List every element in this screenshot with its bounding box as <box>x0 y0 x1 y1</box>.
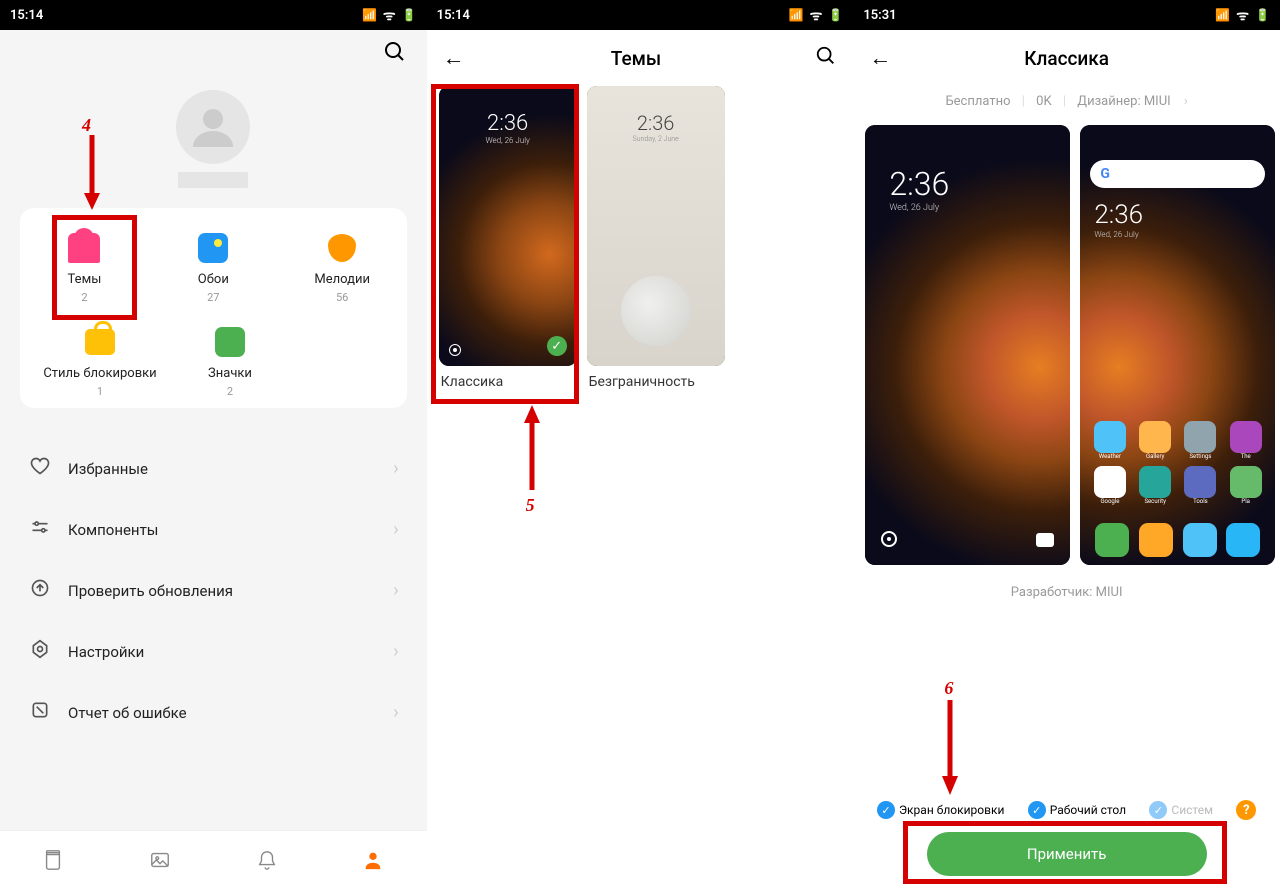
battery-icon <box>402 8 417 23</box>
nav-profile-icon[interactable] <box>360 847 386 873</box>
nav-ringtone-icon[interactable] <box>254 847 280 873</box>
update-icon <box>28 578 52 603</box>
lock-indicator-icon <box>881 531 897 547</box>
icons-icon <box>215 327 245 357</box>
category-ringtone[interactable]: Мелодии 56 <box>282 228 402 304</box>
chevron-right-icon: › <box>1184 94 1188 109</box>
wifi-icon <box>810 6 823 25</box>
nav-wallpaper-icon[interactable] <box>147 847 173 873</box>
category-lockstyle[interactable]: Стиль блокировки 1 <box>30 322 170 398</box>
wifi-icon <box>383 6 396 25</box>
header: ← Классика <box>853 30 1280 86</box>
back-button[interactable]: ← <box>869 45 891 71</box>
chevron-right-icon: › <box>393 580 398 601</box>
avatar-icon <box>176 90 250 164</box>
ringtone-icon <box>328 234 356 262</box>
signal-icon <box>362 8 377 23</box>
status-time: 15:14 <box>10 8 43 23</box>
chevron-right-icon: › <box>393 458 398 479</box>
category-themes[interactable]: Темы 2 <box>24 228 144 304</box>
report-icon <box>28 700 52 725</box>
annotation-number-6: 6 <box>944 678 953 699</box>
menu-report[interactable]: Отчет об ошибке › <box>20 682 407 743</box>
wifi-icon <box>1236 6 1249 25</box>
categories-card: Темы 2 Обои 27 Мелодии 56 Стиль блокиро <box>20 208 407 408</box>
screen-themes-list: 15:14 ← Темы 2:36 Wed, 26 July <box>427 0 854 888</box>
preview-homescreen: G 2:36 Wed, 26 July Weather Gallery Sett… <box>1080 125 1275 565</box>
annotation-arrow-down-4 <box>82 135 102 210</box>
annotation-arrow-up-5 <box>522 405 542 490</box>
search-icon[interactable] <box>383 40 407 70</box>
lock-indicator-icon <box>449 344 461 356</box>
camera-icon <box>1036 533 1054 547</box>
signal-icon <box>1215 8 1230 23</box>
screen-theme-detail: 15:31 ← Классика Бесплатно | 0K | Дизайн… <box>853 0 1280 888</box>
annotation-arrow-down-6 <box>940 700 960 795</box>
page-title: Классика <box>891 47 1242 70</box>
category-wallpaper[interactable]: Обои 27 <box>153 228 273 304</box>
option-lockscreen[interactable]: ✓ Экран блокировки <box>877 801 1004 819</box>
bottom-nav <box>0 830 427 888</box>
signal-icon <box>789 8 804 23</box>
nav-themes-icon[interactable] <box>40 847 66 873</box>
search-icon[interactable] <box>815 45 837 71</box>
chevron-right-icon: › <box>393 641 398 662</box>
heart-icon <box>28 456 52 481</box>
bottom-panel: ✓ Экран блокировки ✓ Рабочий стол ✓ Сист… <box>853 790 1280 888</box>
status-time: 15:14 <box>437 8 470 23</box>
theme-card-classic[interactable]: 2:36 Wed, 26 July ✓ Классика <box>439 86 577 398</box>
check-icon: ✓ <box>1028 801 1046 819</box>
preview-time: 2:36 Wed, 26 July <box>439 111 577 145</box>
category-icons[interactable]: Значки 2 <box>170 322 290 398</box>
check-icon: ✓ <box>877 801 895 819</box>
theme-card-unlimited[interactable]: 2:36 Sunday, 2 June Безграничность <box>587 86 725 398</box>
dock-phone-icon <box>1095 523 1129 557</box>
status-bar: 15:14 <box>0 0 427 30</box>
status-time: 15:31 <box>863 8 896 23</box>
annotation-number-4: 4 <box>82 115 91 136</box>
battery-icon <box>828 8 843 23</box>
themes-icon <box>68 233 100 263</box>
preview-lockscreen: 2:36 Wed, 26 July <box>865 125 1070 565</box>
dock-camera-icon <box>1226 523 1260 557</box>
check-icon: ✓ <box>1149 801 1167 819</box>
menu-components[interactable]: Компоненты › <box>20 499 407 560</box>
apply-button[interactable]: Применить <box>927 832 1207 876</box>
status-bar: 15:14 <box>427 0 854 30</box>
lock-style-icon <box>85 329 115 355</box>
help-icon[interactable]: ? <box>1236 800 1256 820</box>
planet-graphic <box>621 276 691 346</box>
header: ← Темы <box>427 30 854 86</box>
battery-icon <box>1255 8 1270 23</box>
menu-favorites[interactable]: Избранные › <box>20 438 407 499</box>
page-title: Темы <box>481 47 792 70</box>
wallpaper-icon <box>198 233 228 263</box>
gear-icon <box>28 639 52 664</box>
developer-info: Разработчик: MIUI <box>853 565 1280 640</box>
profile-avatar[interactable] <box>0 80 427 208</box>
dock-browser-icon <box>1183 523 1217 557</box>
chevron-right-icon: › <box>393 702 398 723</box>
theme-previews[interactable]: 2:36 Wed, 26 July G 2:36 Wed, 26 July <box>853 125 1280 565</box>
google-logo-icon: G <box>1100 166 1110 182</box>
screen-profile: 15:14 Темы 2 <box>0 0 427 888</box>
annotation-number-5: 5 <box>526 495 535 516</box>
sliders-icon <box>28 517 52 542</box>
option-system[interactable]: ✓ Систем <box>1149 801 1213 819</box>
preview-time: 2:36 Sunday, 2 June <box>587 111 725 143</box>
menu-updates[interactable]: Проверить обновления › <box>20 560 407 621</box>
status-bar: 15:31 <box>853 0 1280 30</box>
dock-messages-icon <box>1139 523 1173 557</box>
option-desktop[interactable]: ✓ Рабочий стол <box>1028 801 1126 819</box>
username-placeholder <box>178 172 248 188</box>
theme-meta[interactable]: Бесплатно | 0K | Дизайнер: MIUI › <box>853 86 1280 125</box>
menu-settings[interactable]: Настройки › <box>20 621 407 682</box>
menu-list: Избранные › Компоненты › Проверить обнов… <box>0 438 427 743</box>
chevron-right-icon: › <box>393 519 398 540</box>
google-search-bar: G <box>1090 160 1265 188</box>
back-button[interactable]: ← <box>443 45 465 71</box>
selected-check-icon: ✓ <box>547 336 567 356</box>
